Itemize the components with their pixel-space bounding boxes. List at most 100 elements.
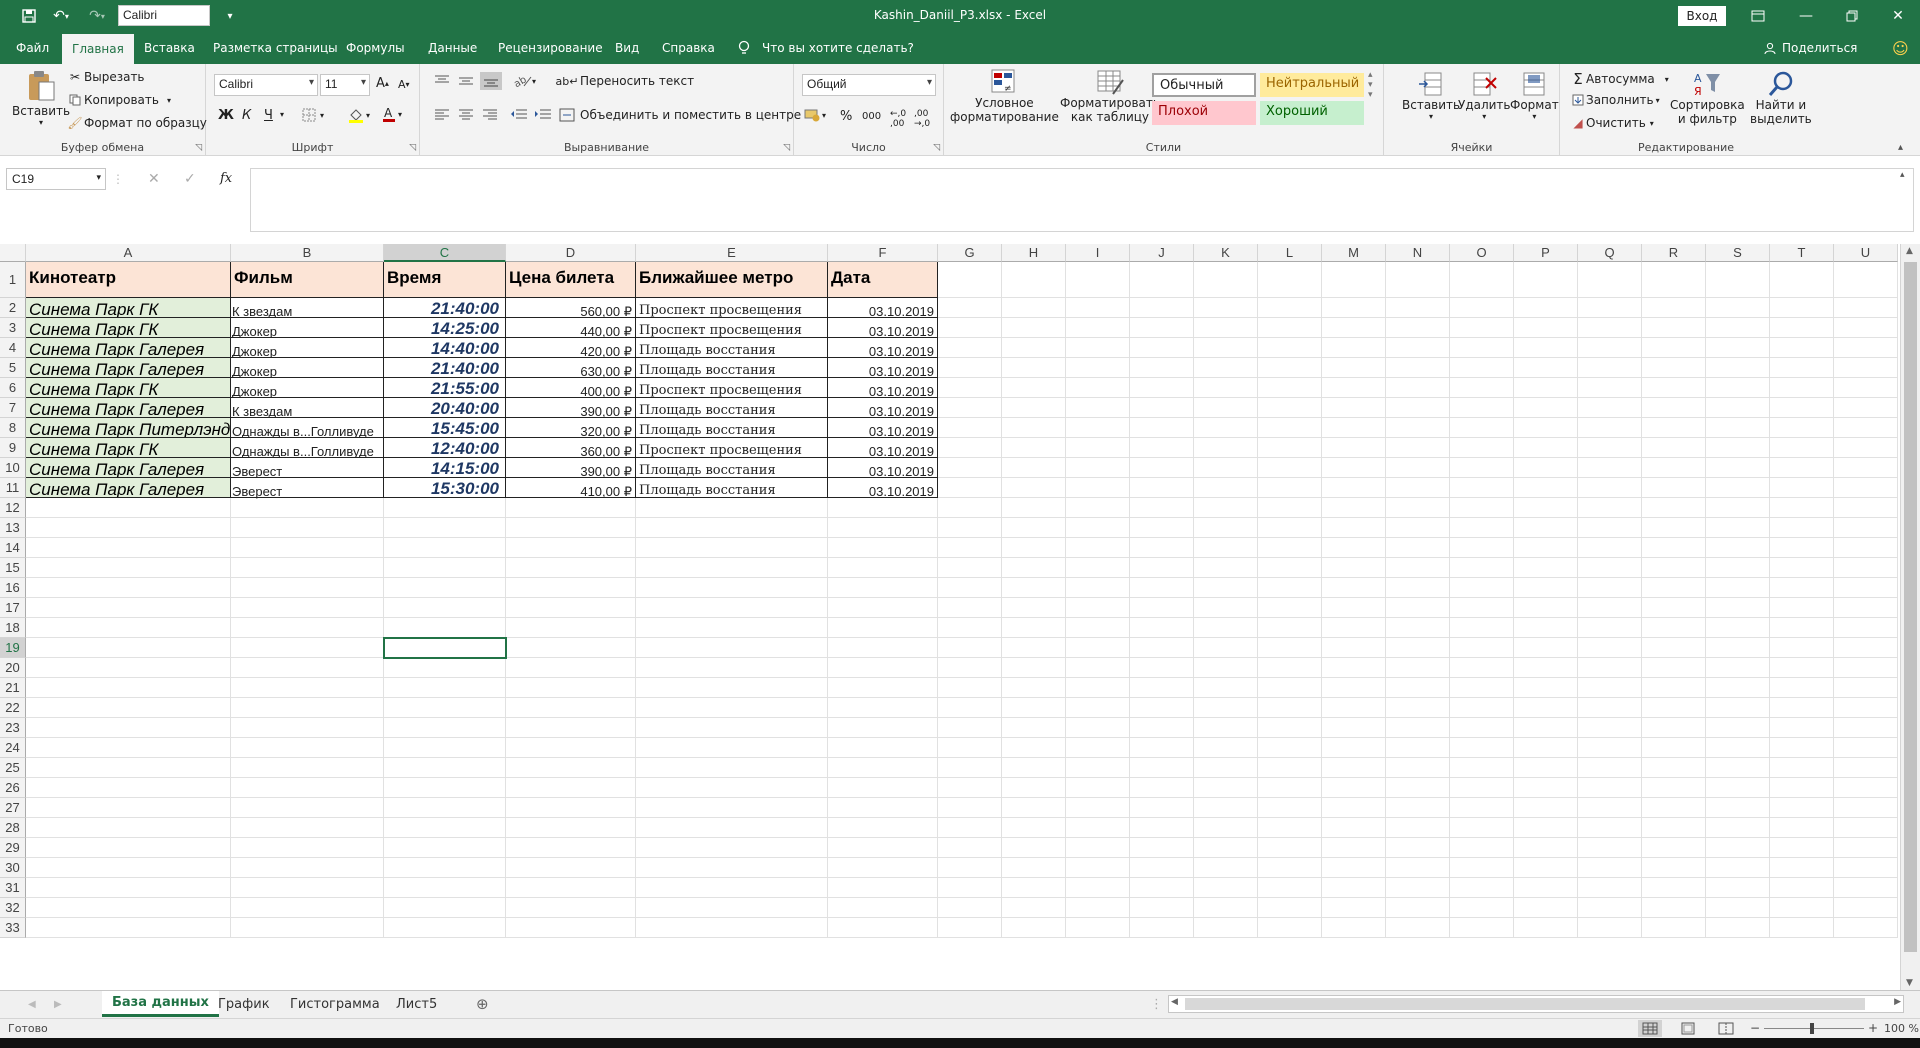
film-cell[interactable]: К звездам [231,398,384,419]
empty-cell[interactable] [1130,578,1194,598]
empty-cell[interactable] [506,658,636,678]
empty-cell[interactable] [1194,718,1258,738]
empty-cell[interactable] [1834,578,1898,598]
empty-cell[interactable] [1450,818,1514,838]
empty-cell[interactable] [231,778,384,798]
empty-cell[interactable] [1066,738,1130,758]
chevron-down-icon[interactable]: ▾ [280,110,284,119]
empty-cell[interactable] [1322,618,1386,638]
row-header[interactable]: 4 [0,338,26,358]
empty-cell[interactable] [231,918,384,938]
confirm-entry-icon[interactable]: ✓ [184,171,196,187]
collapse-formula-bar-icon[interactable]: ▴ [1900,170,1905,180]
empty-cell[interactable] [1066,698,1130,718]
empty-cell[interactable] [828,638,938,658]
empty-cell[interactable] [1706,262,1770,298]
empty-cell[interactable] [1386,498,1450,518]
empty-cell[interactable] [1834,358,1898,378]
empty-cell[interactable] [938,758,1002,778]
empty-cell[interactable] [1834,618,1898,638]
merge-center-button[interactable]: Объединить и поместить в центре ▾ [558,108,815,122]
empty-cell[interactable] [636,918,828,938]
empty-cell[interactable] [1578,918,1642,938]
empty-cell[interactable] [636,578,828,598]
vertical-scrollbar[interactable]: ▲ ▼ [1900,244,1920,990]
dialog-launcher-icon[interactable]: ◹ [933,143,940,153]
normal-view-icon[interactable] [1638,1020,1662,1037]
empty-cell[interactable] [1578,758,1642,778]
empty-cell[interactable] [384,758,506,778]
empty-cell[interactable] [1578,798,1642,818]
column-header-c[interactable]: C [384,244,506,262]
dialog-launcher-icon[interactable]: ◹ [409,143,416,153]
empty-cell[interactable] [1066,298,1130,318]
zoom-slider[interactable] [1764,1023,1864,1034]
thousands-button[interactable]: 000 [862,111,881,122]
empty-cell[interactable] [1130,698,1194,718]
empty-cell[interactable] [938,738,1002,758]
empty-cell[interactable] [1258,598,1322,618]
row-header[interactable]: 32 [0,898,26,918]
empty-cell[interactable] [1514,398,1578,418]
empty-cell[interactable] [1386,538,1450,558]
tab-formulas[interactable]: Формулы [336,32,415,64]
cinema-cell[interactable]: Синема Парк Галерея [26,478,231,498]
empty-cell[interactable] [1194,538,1258,558]
column-header-o[interactable]: O [1450,244,1514,262]
empty-cell[interactable] [828,738,938,758]
empty-cell[interactable] [1258,418,1322,438]
empty-cell[interactable] [26,558,231,578]
align-top-icon[interactable] [434,74,450,88]
decrease-font-icon[interactable]: A ▾ [398,78,410,91]
empty-cell[interactable] [1386,678,1450,698]
empty-cell[interactable] [1194,638,1258,658]
row-header[interactable]: 11 [0,478,26,498]
empty-cell[interactable] [1578,638,1642,658]
empty-cell[interactable] [1258,578,1322,598]
price-cell[interactable]: 320,00 ₽ [506,418,636,438]
empty-cell[interactable] [1322,298,1386,318]
empty-cell[interactable] [1578,418,1642,438]
empty-cell[interactable] [938,458,1002,478]
empty-cell[interactable] [938,558,1002,578]
empty-cell[interactable] [1386,558,1450,578]
empty-cell[interactable] [384,778,506,798]
empty-cell[interactable] [1194,838,1258,858]
empty-cell[interactable] [636,878,828,898]
empty-cell[interactable] [1834,638,1898,658]
empty-cell[interactable] [1386,838,1450,858]
empty-cell[interactable] [384,818,506,838]
film-cell[interactable]: Джокер [231,338,384,359]
empty-cell[interactable] [1770,818,1834,838]
empty-cell[interactable] [1130,818,1194,838]
empty-cell[interactable] [828,658,938,678]
time-cell[interactable]: 21:55:00 [384,378,506,398]
empty-cell[interactable] [1386,818,1450,838]
empty-cell[interactable] [1706,838,1770,858]
time-cell[interactable]: 21:40:00 [384,298,506,318]
empty-cell[interactable] [828,698,938,718]
empty-cell[interactable] [1386,738,1450,758]
empty-cell[interactable] [1642,798,1706,818]
empty-cell[interactable] [938,638,1002,658]
empty-cell[interactable] [1706,498,1770,518]
empty-cell[interactable] [1770,698,1834,718]
empty-cell[interactable] [231,838,384,858]
empty-cell[interactable] [1322,698,1386,718]
empty-cell[interactable] [231,738,384,758]
empty-cell[interactable] [1066,838,1130,858]
empty-cell[interactable] [1578,598,1642,618]
empty-cell[interactable] [1258,618,1322,638]
empty-cell[interactable] [1322,718,1386,738]
empty-cell[interactable] [1514,858,1578,878]
empty-cell[interactable] [506,618,636,638]
empty-cell[interactable] [1770,718,1834,738]
zoom-level[interactable]: 100 % [1884,1022,1919,1035]
empty-cell[interactable] [1706,858,1770,878]
empty-cell[interactable] [1642,438,1706,458]
empty-cell[interactable] [1706,378,1770,398]
date-cell[interactable]: 03.10.2019 [828,378,938,398]
empty-cell[interactable] [1386,718,1450,738]
row-header[interactable]: 31 [0,878,26,898]
empty-cell[interactable] [1706,878,1770,898]
